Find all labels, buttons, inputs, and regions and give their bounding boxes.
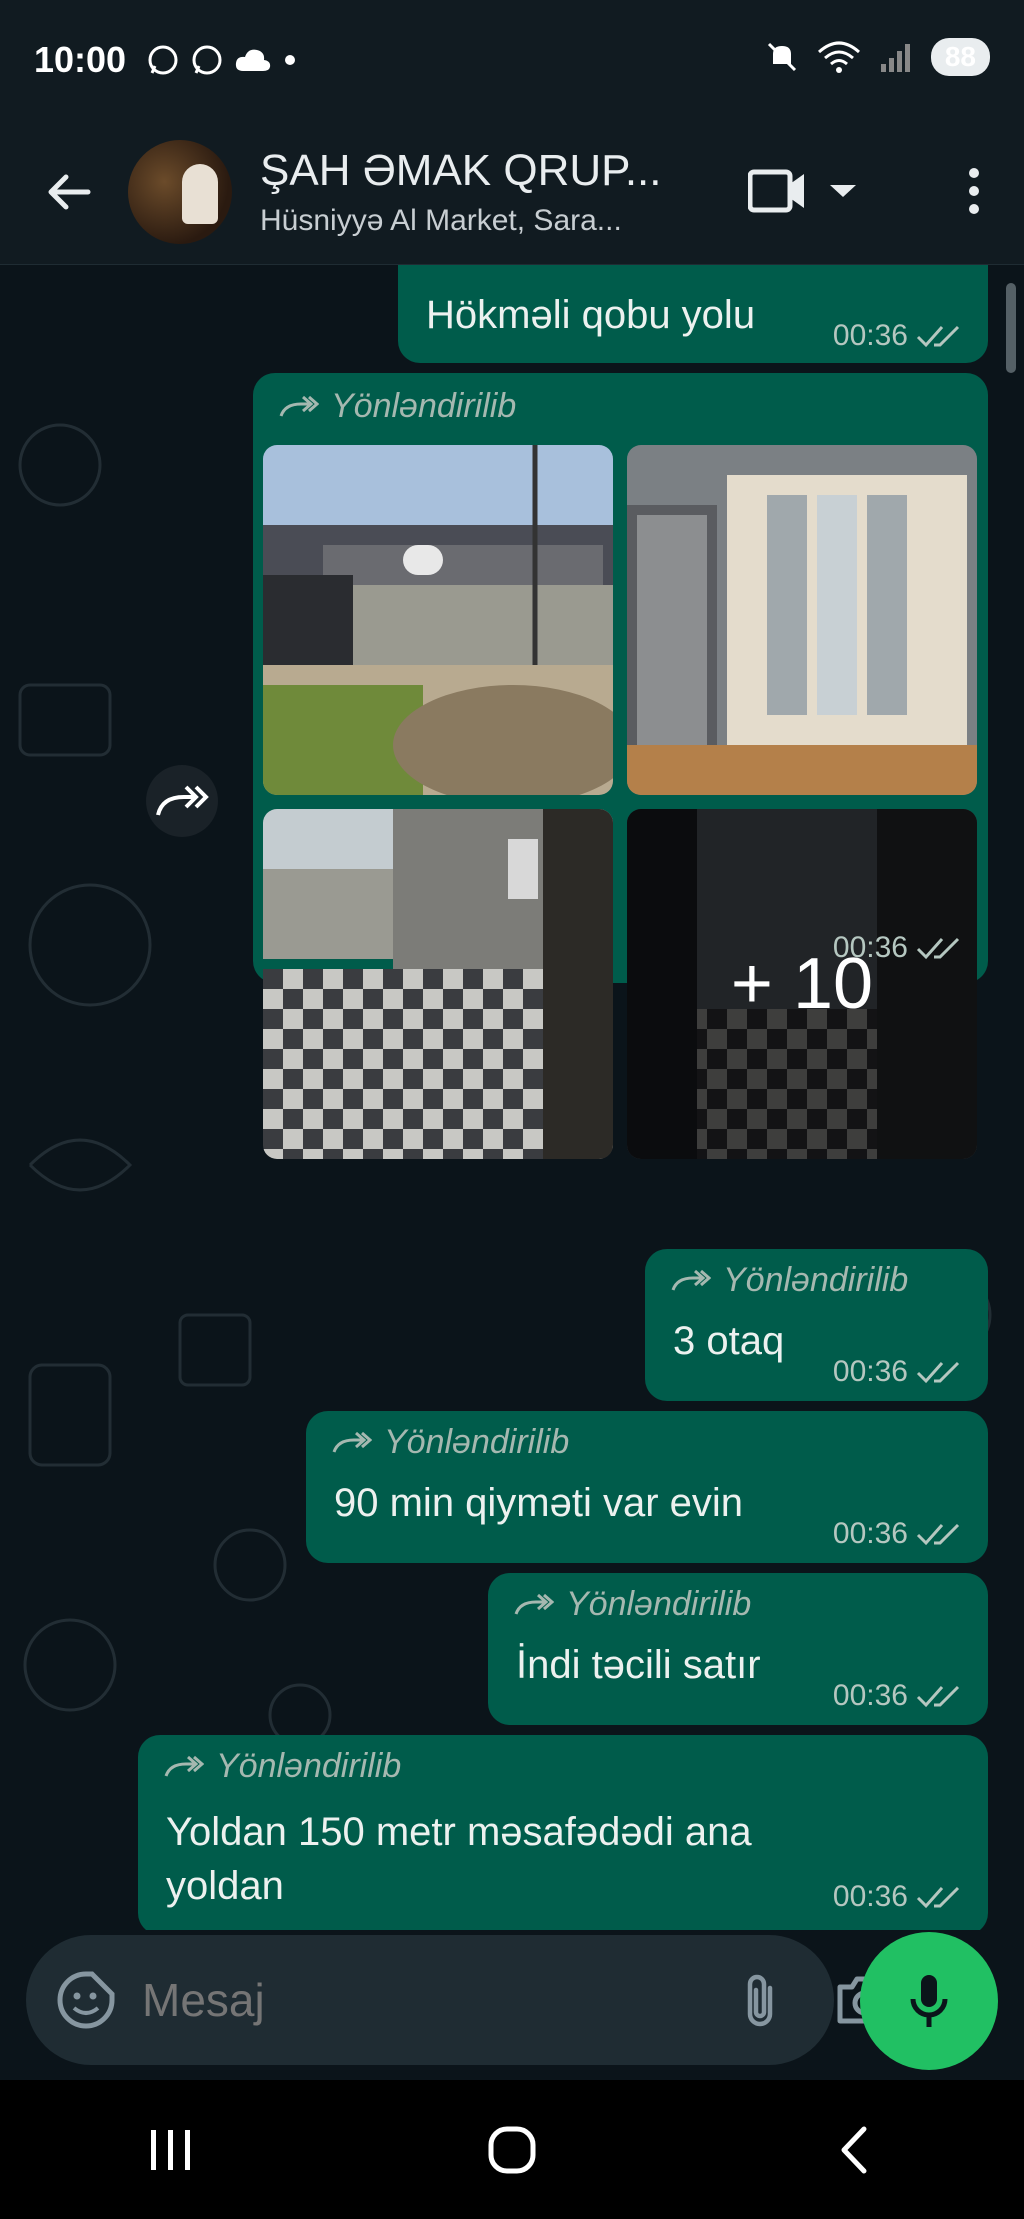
chevron-left-icon — [841, 2126, 867, 2173]
chevron-down-icon — [830, 185, 856, 197]
scrollbar[interactable] — [1006, 283, 1016, 373]
status-notification-icons — [146, 43, 298, 77]
message-composer — [26, 1935, 893, 2065]
forward-icon — [279, 395, 319, 417]
message-input[interactable] — [142, 1973, 740, 2027]
voice-message-button[interactable] — [860, 1932, 998, 2070]
forward-icon — [671, 1269, 711, 1291]
forwarded-text: Yönləndirilib — [331, 387, 517, 425]
chat-info[interactable]: ŞAH ƏMAK QRUP... Hüsniyyə Al Market, Sar… — [260, 146, 690, 238]
wifi-icon — [817, 41, 860, 73]
album-message[interactable]: Yönləndirilib + 10 00:36 — [253, 373, 988, 1159]
video-call-button[interactable] — [748, 156, 868, 226]
arrow-left-icon — [48, 174, 91, 210]
forwarded-label: Yönləndirilib — [164, 1747, 401, 1786]
attach-button[interactable] — [740, 1965, 780, 2035]
message-text: Yoldan 150 metr məsafədədi ana yoldan — [166, 1810, 752, 1908]
chat-title: ŞAH ƏMAK QRUP... — [260, 146, 662, 195]
message-meta: 00:36 — [833, 931, 964, 965]
message-text: İndi təcili satır — [516, 1643, 761, 1687]
album-photo[interactable] — [263, 445, 613, 795]
forwarded-text: Yönləndirilib — [216, 1747, 402, 1785]
back-nav-button[interactable] — [813, 2110, 893, 2190]
forward-icon — [332, 1431, 372, 1453]
message-meta: 00:36 — [833, 1517, 964, 1551]
battery-icon: 88 — [930, 38, 990, 76]
emoji-button[interactable] — [56, 1965, 116, 2035]
photo-bedroom-wardrobe — [627, 445, 977, 795]
photo-tiled-yard — [263, 809, 613, 1159]
dot-icon — [285, 55, 296, 65]
forwarded-label: Yönləndirilib — [671, 1261, 908, 1300]
double-check-icon — [916, 1361, 960, 1384]
home-button[interactable] — [472, 2110, 552, 2190]
status-bar: 10:00 88 — [0, 0, 1024, 120]
message-list[interactable]: Hökməli qobu yolu 00:36 Yönləndirilib + … — [0, 265, 1024, 1930]
chat-members: Hüsniyyə Al Market, Sara... — [260, 204, 622, 237]
double-check-icon — [916, 325, 960, 348]
album-photo[interactable] — [263, 809, 613, 1159]
message-time: 00:36 — [832, 1880, 908, 1913]
chat-header: ŞAH ƏMAK QRUP... Hüsniyyə Al Market, Sar… — [0, 120, 1024, 265]
forwarded-text: Yönləndirilib — [384, 1423, 570, 1461]
message-text: 3 otaq — [673, 1319, 785, 1363]
forward-share-icon — [156, 785, 209, 816]
sticker-icon — [57, 1971, 115, 2029]
message-bubble[interactable]: Yönləndirilib İndi təcili satır 00:36 — [488, 1573, 988, 1725]
message-bubble[interactable]: Yönləndirilib Yoldan 150 metr məsafədədi… — [138, 1735, 988, 1930]
message-time: 00:36 — [832, 1679, 908, 1712]
message-meta: 00:36 — [833, 319, 964, 353]
message-time: 00:36 — [832, 931, 908, 964]
more-options-button[interactable] — [944, 156, 1004, 226]
forwarded-label: Yönləndirilib — [279, 387, 516, 426]
forward-icon — [514, 1593, 554, 1615]
forwarded-label: Yönləndirilib — [514, 1585, 751, 1624]
message-text: 90 min qiyməti var evin — [334, 1481, 744, 1525]
system-nav-bar — [0, 2080, 1024, 2219]
message-time: 00:36 — [832, 1355, 908, 1388]
back-button[interactable] — [24, 147, 114, 237]
forward-icon — [164, 1755, 204, 1777]
more-vertical-icon — [969, 168, 979, 214]
status-system-icons: 88 — [765, 38, 990, 76]
home-icon — [488, 2126, 536, 2173]
forwarded-text: Yönləndirilib — [723, 1261, 909, 1299]
message-time: 00:36 — [832, 319, 908, 352]
cloud-icon — [235, 49, 271, 71]
whatsapp-icon — [148, 45, 178, 75]
message-bubble[interactable]: Yönləndirilib 90 min qiyməti var evin 00… — [306, 1411, 988, 1563]
message-time: 00:36 — [832, 1517, 908, 1550]
share-button[interactable] — [146, 765, 218, 837]
microphone-icon — [910, 1975, 948, 2027]
message-meta: 00:36 — [833, 1355, 964, 1389]
video-camera-icon — [748, 169, 804, 213]
whatsapp-icon — [192, 45, 222, 75]
forwarded-text: Yönləndirilib — [566, 1585, 752, 1623]
mute-icon — [767, 42, 796, 72]
album-more-photos[interactable]: + 10 — [627, 809, 977, 1159]
signal-icon — [880, 44, 910, 72]
message-text: Hökməli qobu yolu — [426, 293, 756, 337]
double-check-icon — [916, 1523, 960, 1546]
more-photos-count: + 10 — [627, 809, 977, 1159]
message-bubble[interactable]: Yönləndirilib 3 otaq 00:36 — [645, 1249, 988, 1401]
forwarded-label: Yönləndirilib — [332, 1423, 569, 1462]
photo-house-exterior — [263, 445, 613, 795]
double-check-icon — [916, 937, 960, 960]
double-check-icon — [916, 1685, 960, 1708]
message-meta: 00:36 — [833, 1679, 964, 1713]
status-time: 10:00 — [34, 39, 127, 80]
double-check-icon — [916, 1886, 960, 1909]
group-avatar[interactable] — [128, 140, 232, 244]
paperclip-icon — [747, 1974, 773, 2027]
message-meta: 00:36 — [833, 1880, 964, 1914]
message-bubble[interactable]: Hökməli qobu yolu 00:36 — [398, 265, 988, 363]
album-photo[interactable] — [627, 445, 977, 795]
recent-apps-button[interactable] — [131, 2110, 211, 2190]
recents-icon — [150, 2129, 190, 2170]
